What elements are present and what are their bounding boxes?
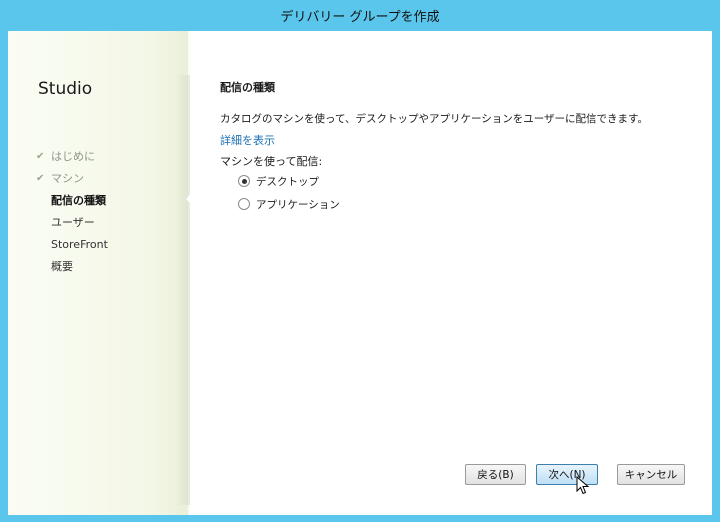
show-details-link[interactable]: 詳細を表示 — [220, 132, 275, 148]
step-users[interactable]: ユーザー — [36, 212, 108, 234]
radio-button-checked[interactable] — [238, 175, 250, 187]
section-title: 配信の種類 — [220, 81, 275, 94]
radio-label: アプリケーション — [256, 198, 340, 211]
step-label: マシン — [51, 172, 84, 185]
radio-label: デスクトップ — [256, 175, 319, 188]
step-summary[interactable]: 概要 — [36, 256, 108, 278]
window-title: デリバリー グループを作成 — [280, 10, 440, 25]
step-introduction[interactable]: ✔ はじめに — [36, 146, 108, 168]
radio-option-desktops[interactable]: デスクトップ — [238, 172, 319, 190]
step-label: StoreFront — [51, 238, 108, 251]
mouse-pointer-icon — [576, 476, 590, 495]
step-label: はじめに — [51, 150, 95, 163]
deliver-using-label: マシンを使って配信: — [220, 155, 323, 168]
dialog-client-area: Studio ✔ はじめに ✔ マシン 配信の種類 ユーザー StoreFron… — [8, 31, 712, 515]
checkmark-icon: ✔ — [36, 173, 45, 184]
dialog-window: デリバリー グループを作成 Studio ✔ はじめに ✔ マシン 配信の種類 … — [0, 0, 720, 522]
step-label: ユーザー — [51, 216, 95, 229]
wizard-content: 配信の種類 カタログのマシンを使って、デスクトップやアプリケーションをユーザーに… — [190, 31, 712, 515]
step-label: 配信の種類 — [51, 194, 106, 207]
step-machines[interactable]: ✔ マシン — [36, 168, 108, 190]
step-storefront[interactable]: StoreFront — [36, 234, 108, 256]
studio-brand: Studio — [38, 79, 93, 99]
radio-option-applications[interactable]: アプリケーション — [238, 195, 340, 213]
wizard-steps: ✔ はじめに ✔ マシン 配信の種類 ユーザー StoreFront 概要 — [36, 146, 108, 278]
cancel-button[interactable]: キャンセル — [617, 464, 685, 485]
step-delivery-type[interactable]: 配信の種類 — [36, 190, 108, 212]
radio-button[interactable] — [238, 198, 250, 210]
checkmark-icon: ✔ — [36, 151, 45, 162]
wizard-sidebar: Studio ✔ はじめに ✔ マシン 配信の種類 ユーザー StoreFron… — [8, 31, 188, 515]
title-bar: デリバリー グループを作成 — [0, 0, 720, 31]
window-bottom-border — [0, 515, 720, 522]
step-label: 概要 — [51, 260, 73, 273]
section-description: カタログのマシンを使って、デスクトップやアプリケーションをユーザーに配信できます… — [220, 113, 648, 125]
back-button[interactable]: 戻る(B) — [465, 464, 526, 485]
active-step-pointer — [186, 191, 194, 207]
